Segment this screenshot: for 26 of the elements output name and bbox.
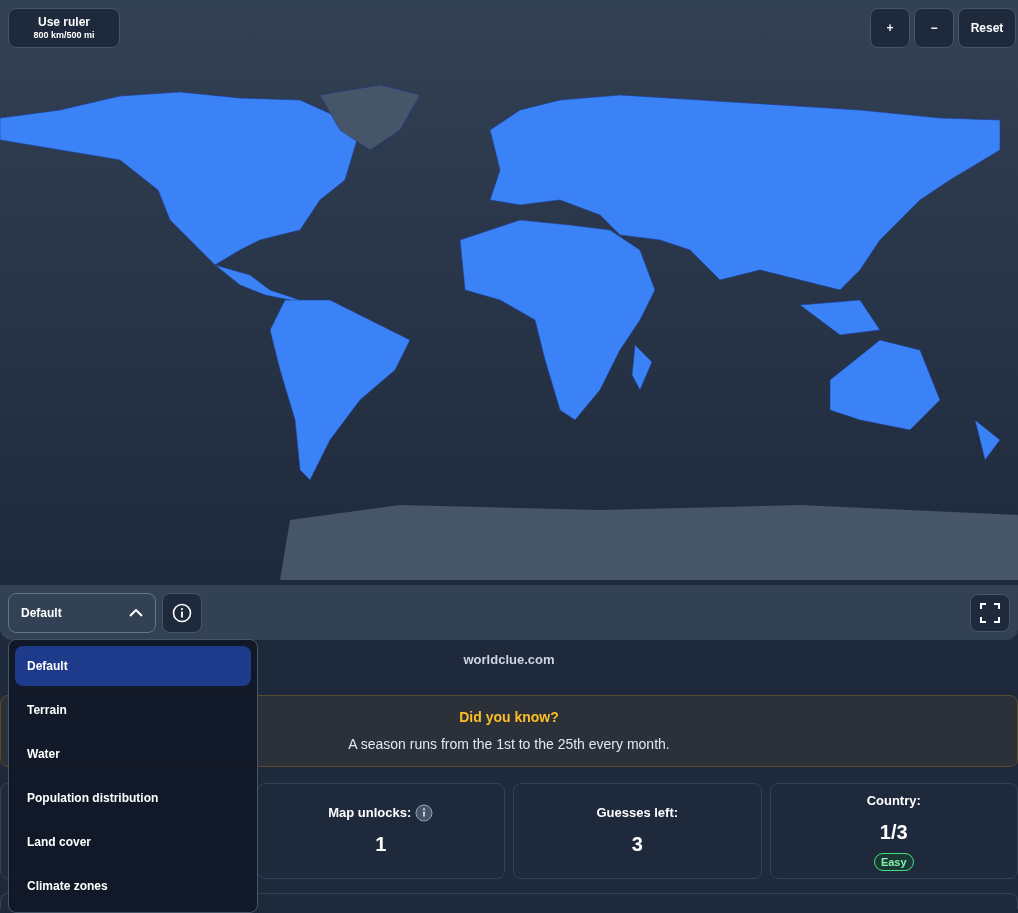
stat-value: 1 xyxy=(375,831,387,857)
layer-option[interactable]: Land cover xyxy=(15,822,251,862)
fact-text: A season runs from the 1st to the 25th every month. xyxy=(348,735,670,754)
layer-dropdown[interactable]: Default xyxy=(8,592,156,633)
reset-button[interactable]: Reset xyxy=(958,8,1016,48)
info-icon[interactable] xyxy=(415,804,434,822)
layer-option[interactable]: Population distribution xyxy=(15,778,251,818)
layer-option[interactable]: Climate zones xyxy=(15,866,251,906)
fullscreen-icon xyxy=(980,602,1000,623)
stat-label: Country: xyxy=(866,792,921,810)
difficulty-badge: Easy xyxy=(873,852,914,871)
ruler-button[interactable]: Use ruler 800 km/500 mi xyxy=(8,8,120,48)
info-button[interactable] xyxy=(162,592,202,633)
site-name: worldclue.com xyxy=(463,651,555,669)
layer-option[interactable]: Terrain xyxy=(15,690,251,730)
info-icon xyxy=(172,602,192,623)
stat-value: 1/3 xyxy=(879,819,908,845)
layer-option[interactable]: Default xyxy=(15,646,251,686)
fact-title: Did you know? xyxy=(459,708,559,727)
fullscreen-button[interactable] xyxy=(970,593,1010,632)
layer-option[interactable]: Water xyxy=(15,734,251,774)
stat-value: 3 xyxy=(631,831,643,857)
stat-label: Guesses left: xyxy=(596,804,679,823)
stat-label: Map unlocks: xyxy=(328,804,412,823)
zoom-out-button[interactable]: − xyxy=(914,8,954,48)
zoom-in-button[interactable]: + xyxy=(870,8,910,48)
